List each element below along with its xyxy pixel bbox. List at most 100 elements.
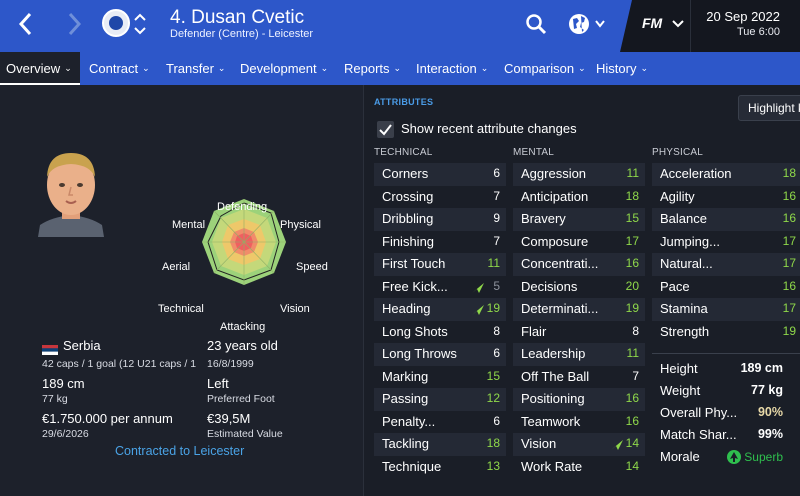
attribute-value: 16 — [782, 278, 796, 293]
highlight-button[interactable]: Highlight k — [738, 95, 800, 121]
fm-menu-button[interactable]: FM — [620, 0, 690, 52]
attribute-row-stamina[interactable]: Stamina 17 — [652, 298, 800, 321]
attribute-row-work-rate[interactable]: Work Rate 14 — [513, 456, 645, 479]
attribute-row-dribbling[interactable]: Dribbling 9 — [374, 208, 506, 231]
chevron-down-icon: ⌄ — [480, 63, 489, 73]
attribute-row-free-kick[interactable]: Free Kick... 5 — [374, 276, 506, 299]
attribute-row-acceleration[interactable]: Acceleration 18 — [652, 163, 800, 186]
attribute-value: 6 — [493, 346, 500, 360]
search-icon[interactable] — [524, 12, 548, 36]
attribute-value: 20 — [625, 278, 639, 293]
attribute-value: 17 — [782, 301, 796, 315]
attribute-row-agility[interactable]: Agility 16 — [652, 186, 800, 209]
attribute-row-balance[interactable]: Balance 16 — [652, 208, 800, 231]
tab-label: Interaction — [416, 61, 477, 76]
attribute-row-flair[interactable]: Flair 8 — [513, 321, 645, 344]
attribute-name: Teamwork — [521, 413, 581, 429]
attribute-row-marking[interactable]: Marking 15 — [374, 366, 506, 389]
game-date-box[interactable]: 20 Sep 2022 Tue 6:00 — [690, 0, 800, 52]
show-changes-label[interactable]: Show recent attribute changes — [401, 121, 577, 136]
attribute-name: Natural... — [660, 256, 713, 271]
attribute-row-anticipation[interactable]: Anticipation 18 — [513, 186, 645, 209]
physical-heading: PHYSICAL — [652, 147, 704, 158]
attribute-name: Agility — [660, 188, 695, 204]
attribute-value: 9 — [493, 211, 500, 225]
attribute-row-determinati[interactable]: Determinati... 19 — [513, 298, 645, 321]
info-row-overall-phy: Overall Phy... 90% — [652, 402, 800, 424]
attribute-row-penalty[interactable]: Penalty... 6 — [374, 411, 506, 434]
back-arrow-icon[interactable] — [14, 10, 38, 38]
attribute-row-finishing[interactable]: Finishing 7 — [374, 231, 506, 254]
tab-label: Development — [240, 61, 317, 76]
tab-label: Overview — [6, 61, 61, 76]
morale-label: Morale — [660, 449, 700, 464]
attribute-row-heading[interactable]: Heading 19 — [374, 298, 506, 321]
attribute-name: Leadership — [521, 346, 586, 361]
attribute-row-aggression[interactable]: Aggression 11 — [513, 163, 645, 186]
sub-navigation-tabs: Overview ⌄ Contract ⌄ Transfer ⌄ Developmen… — [0, 52, 800, 85]
attribute-row-corners[interactable]: Corners 6 — [374, 163, 506, 186]
club-crest-icon[interactable] — [102, 9, 130, 37]
attribute-row-composure[interactable]: Composure 17 — [513, 231, 645, 254]
attribute-value: 16 — [782, 188, 796, 203]
tab-history[interactable]: History ⌄ — [588, 52, 658, 85]
tab-comparison[interactable]: Comparison ⌄ — [496, 52, 588, 85]
attribute-row-off-the-ball[interactable]: Off The Ball 7 — [513, 366, 645, 389]
attribute-name: Long Throws — [382, 346, 457, 361]
morale-row[interactable]: Morale Superb — [652, 446, 800, 468]
attribute-value: 14 — [625, 436, 639, 450]
attribute-row-decisions[interactable]: Decisions 20 — [513, 276, 645, 299]
attribute-row-crossing[interactable]: Crossing 7 — [374, 186, 506, 209]
estimated-value: €39,5M — [207, 411, 251, 426]
globe-menu-icon[interactable] — [568, 12, 608, 36]
tab-label: Transfer — [166, 61, 214, 76]
club-switch-chevrons-icon[interactable] — [133, 10, 147, 38]
attribute-row-technique[interactable]: Technique 13 — [374, 456, 506, 479]
attribute-row-natural[interactable]: Natural... 17 — [652, 253, 800, 276]
attribute-row-long-shots[interactable]: Long Shots 8 — [374, 321, 506, 344]
tab-development[interactable]: Development ⌄ — [232, 52, 336, 85]
tab-transfer[interactable]: Transfer ⌄ — [158, 52, 232, 85]
attribute-row-strength[interactable]: Strength 19 — [652, 321, 800, 344]
contracted-to-link[interactable]: Contracted to Leicester — [115, 444, 244, 458]
preferred-foot: Left — [207, 376, 229, 391]
attribute-row-long-throws[interactable]: Long Throws 6 — [374, 343, 506, 366]
attribute-row-pace[interactable]: Pace 16 — [652, 276, 800, 299]
technical-attributes-list: Corners 6 Crossing 7 Dribbling 9 Finishing 7 Fir… — [374, 163, 506, 478]
attribute-row-first-touch[interactable]: First Touch 11 — [374, 253, 506, 276]
fm-logo: FM — [642, 15, 663, 31]
attribute-name: Tackling — [382, 436, 429, 451]
attribute-row-bravery[interactable]: Bravery 15 — [513, 208, 645, 231]
attribute-value: 11 — [487, 256, 500, 270]
info-label: Match Shar... — [660, 427, 737, 442]
tab-overview[interactable]: Overview ⌄ — [0, 52, 80, 85]
chevron-down-icon: ⌄ — [393, 63, 402, 73]
attribute-row-passing[interactable]: Passing 12 — [374, 388, 506, 411]
attribute-row-jumping[interactable]: Jumping... 17 — [652, 231, 800, 254]
attribute-name: Penalty... — [382, 413, 436, 429]
attribute-value: 19 — [625, 301, 639, 315]
tab-contract[interactable]: Contract ⌄ — [80, 52, 158, 85]
attribute-row-positioning[interactable]: Positioning 16 — [513, 388, 645, 411]
info-row-match-shar: Match Shar... 99% — [652, 424, 800, 446]
attribute-name: Bravery — [521, 211, 566, 226]
show-changes-checkbox[interactable] — [377, 121, 394, 138]
attribute-name: Pace — [660, 278, 690, 294]
nationality[interactable]: Serbia — [63, 338, 101, 353]
attribute-row-vision[interactable]: Vision 14 — [513, 433, 645, 456]
attribute-value: 17 — [625, 233, 639, 248]
forward-arrow-icon[interactable] — [62, 10, 86, 38]
attribute-value: 5 — [493, 278, 500, 293]
attributes-title: ATTRIBUTES — [374, 97, 434, 107]
attribute-row-leadership[interactable]: Leadership 11 — [513, 343, 645, 366]
attribute-value: 17 — [782, 233, 796, 248]
attribute-row-concentrati[interactable]: Concentrati... 16 — [513, 253, 645, 276]
attribute-name: Anticipation — [521, 188, 589, 204]
attribute-row-tackling[interactable]: Tackling 18 — [374, 433, 506, 456]
attribute-row-teamwork[interactable]: Teamwork 16 — [513, 411, 645, 434]
chevron-down-icon — [672, 14, 684, 39]
tab-interaction[interactable]: Interaction ⌄ — [408, 52, 496, 85]
player-avatar — [30, 145, 112, 237]
info-label: Height — [660, 361, 698, 376]
tab-reports[interactable]: Reports ⌄ — [336, 52, 408, 85]
